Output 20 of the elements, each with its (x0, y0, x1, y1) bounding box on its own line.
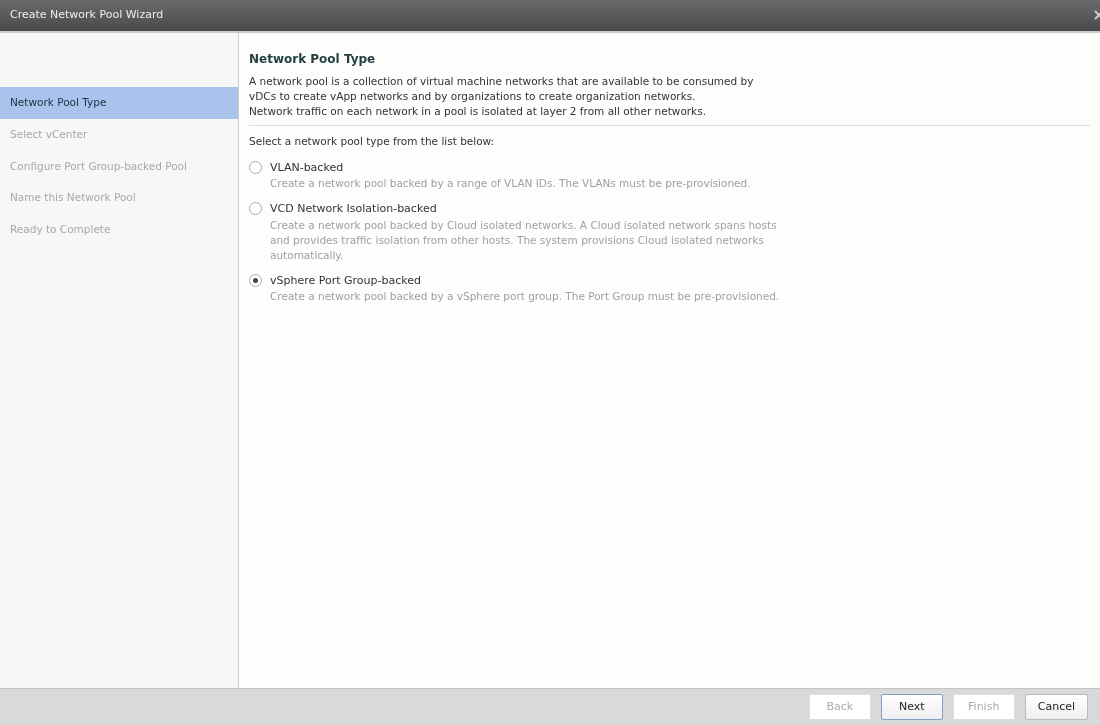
option-description: Create a network pool backed by a vSphere port group. The Port Group must be pre-provisioned. (270, 289, 780, 305)
option-label[interactable]: VLAN-backed (270, 159, 751, 177)
wizard-button[interactable]: Next (880, 694, 943, 720)
description-text: A network pool is a collection of virtual machine networks that are available to be consumed by (249, 74, 755, 89)
page-heading: Network Pool Type (249, 51, 377, 68)
wizard-button[interactable]: Cancel (1024, 694, 1088, 720)
option-label[interactable]: VCD Network Isolation-backed (270, 201, 777, 218)
wizard-step[interactable]: Network Pool Type (0, 87, 238, 119)
window-title: Create Network Pool Wizard (10, 7, 164, 24)
radio-button[interactable] (249, 160, 262, 174)
radio-button[interactable] (249, 202, 262, 216)
option-description: and provides traffic isolation from other hosts. The system provisions Cloud isolated networks (270, 232, 765, 248)
option-label[interactable]: vSphere Port Group-backed (270, 272, 780, 290)
radio-button[interactable] (249, 273, 262, 287)
option-description: Create a network pool backed by a range of VLAN IDs. The VLANs must be pre-provisioned. (270, 176, 751, 192)
option-description: Create a network pool backed by Cloud isolated networks. A Cloud isolated network spans hosts (270, 217, 777, 233)
description-text: Network traffic on each network in a pool is isolated at layer 2 from all other networks. (249, 104, 707, 119)
description-text: vDCs to create vApp networks and by organizations to create organization networks. (249, 89, 697, 104)
option-description: automatically. (270, 247, 345, 263)
prompt-text: Select a network pool type from the list below: (249, 134, 496, 149)
